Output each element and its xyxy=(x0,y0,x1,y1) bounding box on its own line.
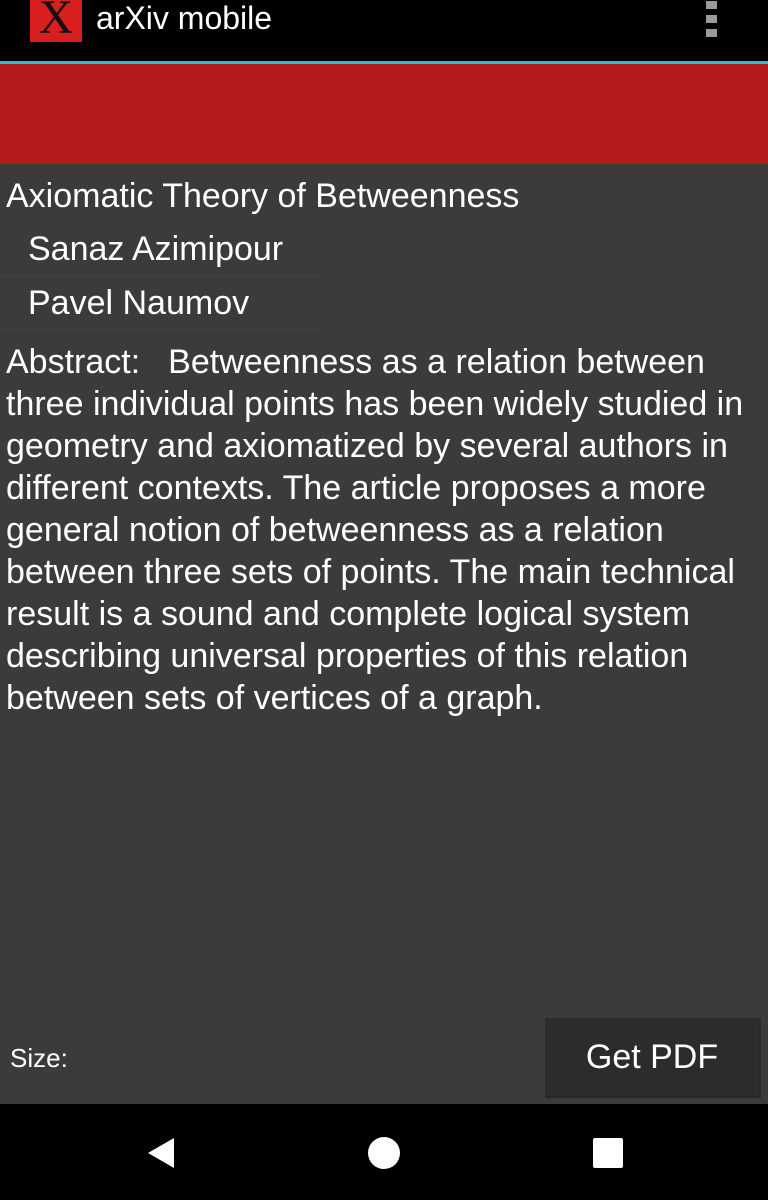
recents-icon[interactable] xyxy=(591,1136,625,1170)
abstract-label: Abstract: xyxy=(6,343,141,381)
app-logo-icon[interactable]: X xyxy=(30,0,82,42)
home-icon[interactable] xyxy=(367,1136,401,1170)
author-name: Pavel Naumov xyxy=(28,284,250,322)
size-label: Size: xyxy=(10,1043,68,1073)
action-bar: X arXiv mobile xyxy=(0,0,768,62)
app-title: arXiv mobile xyxy=(96,0,273,36)
header-band xyxy=(0,64,768,164)
abstract: Abstract: Betweenness as a relation betwe… xyxy=(6,341,762,719)
overflow-menu-icon[interactable] xyxy=(696,0,728,40)
author-item[interactable]: Pavel Naumov xyxy=(0,276,320,330)
navigation-bar xyxy=(0,1104,768,1200)
back-icon[interactable] xyxy=(144,1136,178,1170)
author-item[interactable]: Sanaz Azimipour xyxy=(0,222,320,276)
author-name: Sanaz Azimipour xyxy=(28,230,284,268)
get-pdf-button[interactable]: Get PDF xyxy=(545,1018,761,1098)
screen: X arXiv mobile Axiomatic Theory of Betwe… xyxy=(0,0,768,1200)
abstract-text: Betweenness as a relation between three … xyxy=(6,343,744,717)
app-logo-letter: X xyxy=(38,0,74,42)
paper-title: Axiomatic Theory of Betweenness xyxy=(6,177,520,215)
